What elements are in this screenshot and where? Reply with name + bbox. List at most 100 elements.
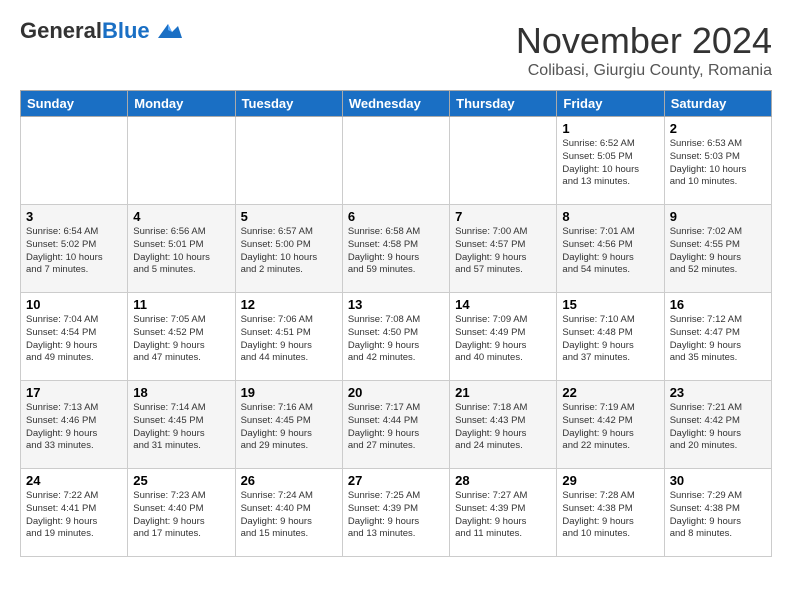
day-number: 23 [670,385,766,400]
calendar-cell [342,117,449,205]
day-number: 18 [133,385,229,400]
calendar-cell: 26 Sunrise: 7:24 AM Sunset: 4:40 PM Dayli… [235,469,342,557]
day-number: 15 [562,297,658,312]
day-number: 13 [348,297,444,312]
calendar-cell: 19 Sunrise: 7:16 AM Sunset: 4:45 PM Dayli… [235,381,342,469]
logo-general: General [20,18,102,43]
day-number: 29 [562,473,658,488]
day-number: 7 [455,209,551,224]
day-info: Sunrise: 6:57 AM Sunset: 5:00 PM Dayligh… [241,226,337,277]
day-info: Sunrise: 7:18 AM Sunset: 4:43 PM Dayligh… [455,402,551,453]
calendar-cell: 15 Sunrise: 7:10 AM Sunset: 4:48 PM Dayli… [557,293,664,381]
day-info: Sunrise: 7:21 AM Sunset: 4:42 PM Dayligh… [670,402,766,453]
day-info: Sunrise: 6:52 AM Sunset: 5:05 PM Dayligh… [562,138,658,189]
day-info: Sunrise: 7:04 AM Sunset: 4:54 PM Dayligh… [26,314,122,365]
weekday-header-wednesday: Wednesday [342,91,449,117]
calendar-cell [235,117,342,205]
day-info: Sunrise: 7:02 AM Sunset: 4:55 PM Dayligh… [670,226,766,277]
calendar-cell: 18 Sunrise: 7:14 AM Sunset: 4:45 PM Dayli… [128,381,235,469]
day-info: Sunrise: 7:05 AM Sunset: 4:52 PM Dayligh… [133,314,229,365]
calendar-cell: 6 Sunrise: 6:58 AM Sunset: 4:58 PM Daylig… [342,205,449,293]
calendar-cell: 21Sunrise: 7:18 AM Sunset: 4:43 PM Dayli… [450,381,557,469]
day-info: Sunrise: 7:01 AM Sunset: 4:56 PM Dayligh… [562,226,658,277]
calendar-cell: 22Sunrise: 7:19 AM Sunset: 4:42 PM Dayli… [557,381,664,469]
week-row-2: 3Sunrise: 6:54 AM Sunset: 5:02 PM Daylig… [21,205,772,293]
location-title: Colibasi, Giurgiu County, Romania [516,62,772,80]
day-number: 16 [670,297,766,312]
calendar-cell: 25Sunrise: 7:23 AM Sunset: 4:40 PM Dayli… [128,469,235,557]
day-number: 24 [26,473,122,488]
day-info: Sunrise: 7:17 AM Sunset: 4:44 PM Dayligh… [348,402,444,453]
day-number: 4 [133,209,229,224]
day-number: 26 [241,473,337,488]
calendar-cell: 5 Sunrise: 6:57 AM Sunset: 5:00 PM Daylig… [235,205,342,293]
calendar-cell: 11 Sunrise: 7:05 AM Sunset: 4:52 PM Dayli… [128,293,235,381]
day-number: 27 [348,473,444,488]
calendar-cell: 14Sunrise: 7:09 AM Sunset: 4:49 PM Dayli… [450,293,557,381]
day-number: 5 [241,209,337,224]
day-number: 19 [241,385,337,400]
weekday-header-row: SundayMondayTuesdayWednesdayThursdayFrid… [21,91,772,117]
calendar-cell: 29 Sunrise: 7:28 AM Sunset: 4:38 PM Dayli… [557,469,664,557]
calendar-cell: 16 Sunrise: 7:12 AM Sunset: 4:47 PM Dayli… [664,293,771,381]
weekday-header-thursday: Thursday [450,91,557,117]
day-info: Sunrise: 7:29 AM Sunset: 4:38 PM Dayligh… [670,490,766,541]
title-area: November 2024 Colibasi, Giurgiu County, … [516,20,772,80]
weekday-header-sunday: Sunday [21,91,128,117]
day-number: 28 [455,473,551,488]
calendar-cell: 13 Sunrise: 7:08 AM Sunset: 4:50 PM Dayli… [342,293,449,381]
calendar-cell: 4 Sunrise: 6:56 AM Sunset: 5:01 PM Daylig… [128,205,235,293]
calendar-cell: 12 Sunrise: 7:06 AM Sunset: 4:51 PM Dayli… [235,293,342,381]
day-info: Sunrise: 7:08 AM Sunset: 4:50 PM Dayligh… [348,314,444,365]
day-number: 11 [133,297,229,312]
calendar-cell [21,117,128,205]
weekday-header-tuesday: Tuesday [235,91,342,117]
day-info: Sunrise: 7:28 AM Sunset: 4:38 PM Dayligh… [562,490,658,541]
calendar-cell: 28 Sunrise: 7:27 AM Sunset: 4:39 PM Dayli… [450,469,557,557]
day-info: Sunrise: 6:53 AM Sunset: 5:03 PM Dayligh… [670,138,766,189]
logo: GeneralBlue [20,20,182,42]
calendar-cell: 7 Sunrise: 7:00 AM Sunset: 4:57 PM Daylig… [450,205,557,293]
calendar-cell [450,117,557,205]
week-row-5: 24Sunrise: 7:22 AM Sunset: 4:41 PM Dayli… [21,469,772,557]
calendar-cell: 8Sunrise: 7:01 AM Sunset: 4:56 PM Daylig… [557,205,664,293]
day-number: 30 [670,473,766,488]
calendar-table: SundayMondayTuesdayWednesdayThursdayFrid… [20,90,772,557]
day-info: Sunrise: 6:58 AM Sunset: 4:58 PM Dayligh… [348,226,444,277]
header: GeneralBlue November 2024 Colibasi, Giur… [20,20,772,80]
week-row-3: 10 Sunrise: 7:04 AM Sunset: 4:54 PM Dayli… [21,293,772,381]
day-info: Sunrise: 7:27 AM Sunset: 4:39 PM Dayligh… [455,490,551,541]
weekday-header-saturday: Saturday [664,91,771,117]
weekday-header-monday: Monday [128,91,235,117]
calendar-cell: 30 Sunrise: 7:29 AM Sunset: 4:38 PM Dayli… [664,469,771,557]
day-info: Sunrise: 7:23 AM Sunset: 4:40 PM Dayligh… [133,490,229,541]
day-info: Sunrise: 7:24 AM Sunset: 4:40 PM Dayligh… [241,490,337,541]
day-number: 6 [348,209,444,224]
day-number: 10 [26,297,122,312]
day-info: Sunrise: 7:16 AM Sunset: 4:45 PM Dayligh… [241,402,337,453]
day-info: Sunrise: 7:12 AM Sunset: 4:47 PM Dayligh… [670,314,766,365]
day-info: Sunrise: 7:06 AM Sunset: 4:51 PM Dayligh… [241,314,337,365]
calendar-cell: 23 Sunrise: 7:21 AM Sunset: 4:42 PM Dayli… [664,381,771,469]
day-number: 3 [26,209,122,224]
day-number: 22 [562,385,658,400]
day-info: Sunrise: 7:14 AM Sunset: 4:45 PM Dayligh… [133,402,229,453]
calendar-cell: 9 Sunrise: 7:02 AM Sunset: 4:55 PM Daylig… [664,205,771,293]
logo-icon [154,20,182,42]
calendar-cell: 3Sunrise: 6:54 AM Sunset: 5:02 PM Daylig… [21,205,128,293]
calendar-cell: 24Sunrise: 7:22 AM Sunset: 4:41 PM Dayli… [21,469,128,557]
day-number: 9 [670,209,766,224]
day-info: Sunrise: 7:09 AM Sunset: 4:49 PM Dayligh… [455,314,551,365]
day-info: Sunrise: 7:00 AM Sunset: 4:57 PM Dayligh… [455,226,551,277]
day-number: 2 [670,121,766,136]
calendar-cell: 2 Sunrise: 6:53 AM Sunset: 5:03 PM Daylig… [664,117,771,205]
day-number: 12 [241,297,337,312]
day-number: 1 [562,121,658,136]
month-title: November 2024 [516,20,772,62]
day-info: Sunrise: 7:25 AM Sunset: 4:39 PM Dayligh… [348,490,444,541]
day-info: Sunrise: 7:10 AM Sunset: 4:48 PM Dayligh… [562,314,658,365]
calendar-cell [128,117,235,205]
calendar-cell: 20Sunrise: 7:17 AM Sunset: 4:44 PM Dayli… [342,381,449,469]
weekday-header-friday: Friday [557,91,664,117]
day-info: Sunrise: 6:56 AM Sunset: 5:01 PM Dayligh… [133,226,229,277]
